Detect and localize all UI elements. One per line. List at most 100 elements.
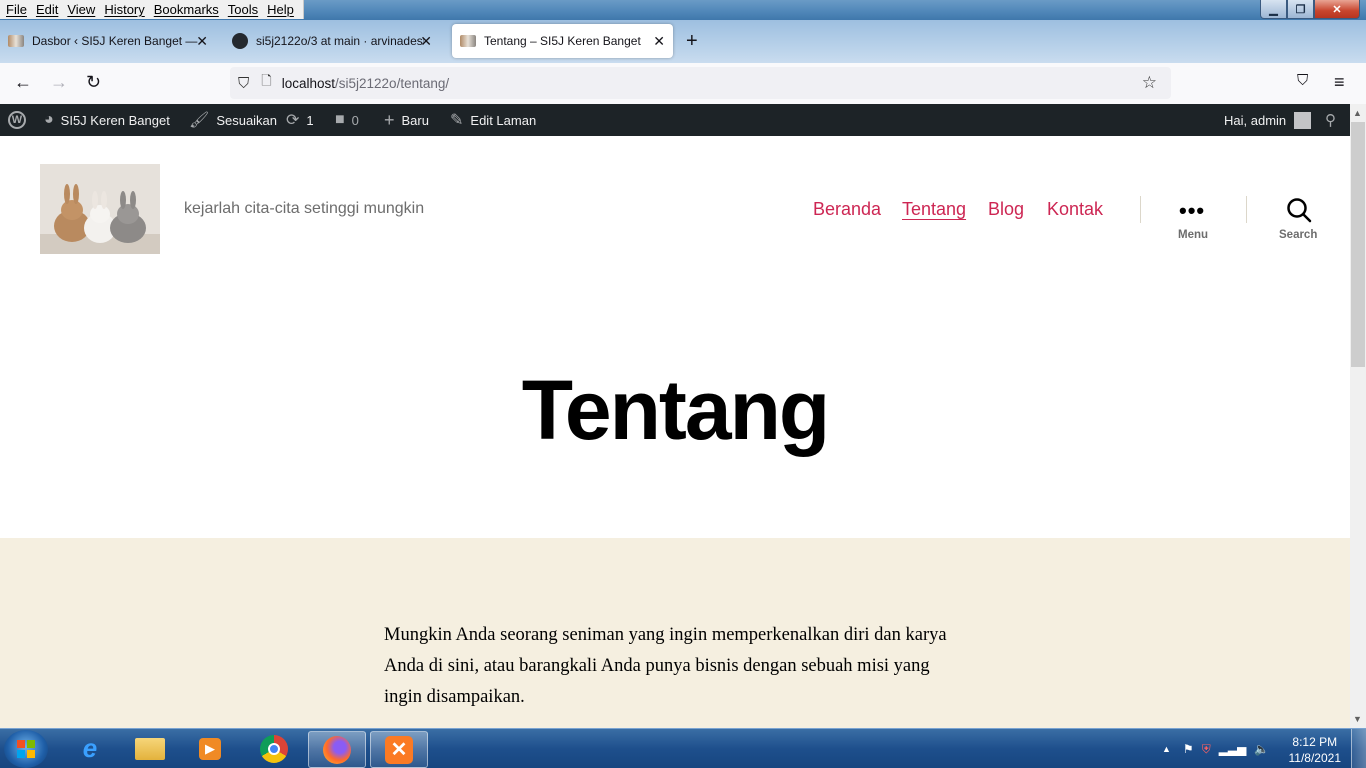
dashboard-icon: ◕	[44, 111, 54, 128]
admin-new-link[interactable]: + Baru	[384, 104, 429, 136]
rabbits-image	[40, 164, 160, 254]
close-tab-icon[interactable]: ✕	[196, 33, 208, 50]
site-tagline: kejarlah cita-cita setinggi mungkin	[184, 200, 425, 217]
admin-site-name: SI5J Keren Banget	[60, 112, 170, 128]
menu-file[interactable]: File	[2, 2, 32, 17]
customize-label: Sesuaikan	[216, 112, 278, 128]
rabbit-favicon-icon	[460, 35, 476, 47]
search-label: Search	[1279, 229, 1318, 241]
brush-icon: 🖌	[189, 112, 210, 129]
new-label: Baru	[401, 112, 429, 128]
menu-bookmarks[interactable]: Bookmarks	[150, 2, 224, 17]
tab-title: Tentang – SI5J Keren Banget	[484, 34, 641, 48]
scroll-up-arrow-icon[interactable]: ▲	[1353, 108, 1362, 118]
menu-bar: File Edit View History Bookmarks Tools H…	[0, 0, 304, 19]
admin-comments-link[interactable]: ■ 0	[335, 104, 359, 136]
edit-page-label: Edit Laman	[470, 112, 537, 128]
nav-kontak[interactable]: Kontak	[1047, 199, 1103, 220]
header-separator	[1140, 196, 1141, 223]
search-icon	[1287, 198, 1312, 223]
media-player-icon[interactable]: ▶	[182, 731, 238, 766]
updates-count: 1	[306, 112, 314, 128]
admin-search-icon[interactable]: ⚲	[1325, 104, 1336, 136]
tab-title: Dasbor ‹ SI5J Keren Banget — W	[32, 34, 200, 48]
hamburger-menu-icon[interactable]: ≡	[1334, 72, 1345, 93]
windows-taskbar: e ▶ ✕ ▲ ⚑ ⛨ ▂▃▅ 🔈 8:12 PM 11/8/2021	[0, 728, 1366, 768]
action-center-flag-icon[interactable]: ⚑	[1183, 742, 1194, 756]
header-separator	[1246, 196, 1247, 223]
admin-site-link[interactable]: ◕ SI5J Keren Banget	[44, 104, 170, 136]
new-tab-button[interactable]: +	[686, 30, 698, 53]
tab-title: si5j2122o/3 at main · arvinadest	[256, 34, 424, 48]
maximize-button[interactable]: ❐	[1287, 0, 1314, 19]
forward-arrow-icon[interactable]: →	[50, 72, 68, 93]
network-signal-icon[interactable]: ▂▃▅	[1219, 742, 1247, 756]
menu-toggle-button[interactable]: ••• Menu	[1166, 196, 1220, 244]
scrollbar-thumb[interactable]	[1351, 122, 1365, 367]
nav-tentang[interactable]: Tentang	[902, 199, 966, 220]
wordpress-logo-icon[interactable]: W	[8, 104, 26, 136]
tab-github[interactable]: si5j2122o/3 at main · arvinadest ✕	[232, 24, 440, 58]
menu-help[interactable]: Help	[263, 2, 299, 17]
content-paragraph: Mungkin Anda seorang seniman yang ingin …	[384, 625, 947, 707]
nav-blog[interactable]: Blog	[988, 199, 1024, 220]
clock-date: 11/8/2021	[1288, 751, 1342, 765]
menu-label: Menu	[1178, 229, 1209, 241]
admin-customize-link[interactable]: 🖌 Sesuaikan	[189, 104, 277, 136]
reload-icon[interactable]: ↻	[86, 72, 101, 93]
admin-account-link[interactable]: Hai, admin	[1224, 104, 1312, 136]
tab-tentang[interactable]: Tentang – SI5J Keren Banget ✕	[452, 24, 673, 58]
page-info-icon[interactable]: 🗋	[261, 72, 271, 94]
pocket-icon[interactable]: ⛉	[1297, 72, 1308, 89]
security-icon[interactable]: ⛨	[1202, 742, 1211, 757]
admin-edit-page-link[interactable]: ✎ Edit Laman	[450, 104, 536, 136]
github-icon	[232, 33, 248, 49]
url-host: localhost	[281, 75, 336, 91]
tab-dasbor[interactable]: Dasbor ‹ SI5J Keren Banget — W ✕	[8, 24, 216, 58]
navigation-toolbar: ← → ↻ ⛉ 🗋 localhost/si5j2122o/tentang/ ☆…	[0, 63, 1366, 105]
shield-icon[interactable]: ⛉	[238, 75, 249, 92]
url-path: /si5j2122o/tentang/	[335, 75, 450, 91]
rabbit-favicon-icon	[8, 35, 24, 47]
plus-icon: +	[384, 109, 395, 130]
menu-edit[interactable]: Edit	[32, 2, 63, 17]
chrome-icon[interactable]	[246, 731, 302, 766]
pencil-icon: ✎	[450, 112, 464, 129]
greeting-label: Hai, admin	[1224, 112, 1287, 128]
system-tray: ▲ ⚑ ⛨ ▂▃▅ 🔈	[1162, 729, 1269, 768]
close-tab-icon[interactable]: ✕	[653, 33, 665, 50]
bookmark-star-icon[interactable]: ☆	[1142, 73, 1157, 93]
close-tab-icon[interactable]: ✕	[420, 33, 432, 50]
window-controls: ▁ ❐ ✕	[1260, 0, 1360, 19]
windows-logo-icon	[17, 740, 35, 758]
updates-icon: ⟳	[286, 112, 300, 129]
admin-updates-link[interactable]: ⟳ 1	[286, 104, 314, 136]
back-arrow-icon[interactable]: ←	[14, 72, 32, 93]
page-title: Tentang	[521, 363, 830, 457]
menu-tools[interactable]: Tools	[224, 2, 263, 17]
menu-history[interactable]: History	[100, 2, 149, 17]
site-logo[interactable]	[40, 164, 160, 254]
comment-icon: ■	[335, 111, 345, 128]
firefox-icon[interactable]	[308, 731, 366, 768]
comments-count: 0	[351, 112, 359, 128]
scroll-down-arrow-icon[interactable]: ▼	[1353, 714, 1362, 724]
clock-time: 8:12 PM	[1292, 735, 1338, 749]
volume-icon[interactable]: 🔈	[1254, 742, 1269, 756]
menu-view[interactable]: View	[63, 2, 100, 17]
file-explorer-icon[interactable]	[122, 731, 178, 766]
minimize-button[interactable]: ▁	[1260, 0, 1287, 19]
start-button[interactable]	[4, 730, 48, 768]
search-toggle-button[interactable]: Search	[1272, 196, 1326, 244]
internet-explorer-icon[interactable]: e	[62, 731, 118, 766]
avatar	[1294, 111, 1312, 129]
close-window-button[interactable]: ✕	[1314, 0, 1360, 19]
nav-beranda[interactable]: Beranda	[813, 199, 881, 220]
ellipsis-icon: •••	[1179, 198, 1206, 223]
tab-strip: Dasbor ‹ SI5J Keren Banget — W ✕ si5j212…	[0, 20, 1366, 63]
xampp-icon[interactable]: ✕	[370, 731, 428, 768]
show-hidden-icons-icon[interactable]: ▲	[1162, 744, 1171, 754]
url-bar[interactable]: ⛉ 🗋 localhost/si5j2122o/tentang/ ☆	[230, 67, 1171, 99]
show-desktop-button[interactable]	[1351, 729, 1366, 768]
clock[interactable]: 8:12 PM 11/8/2021	[1289, 734, 1342, 766]
